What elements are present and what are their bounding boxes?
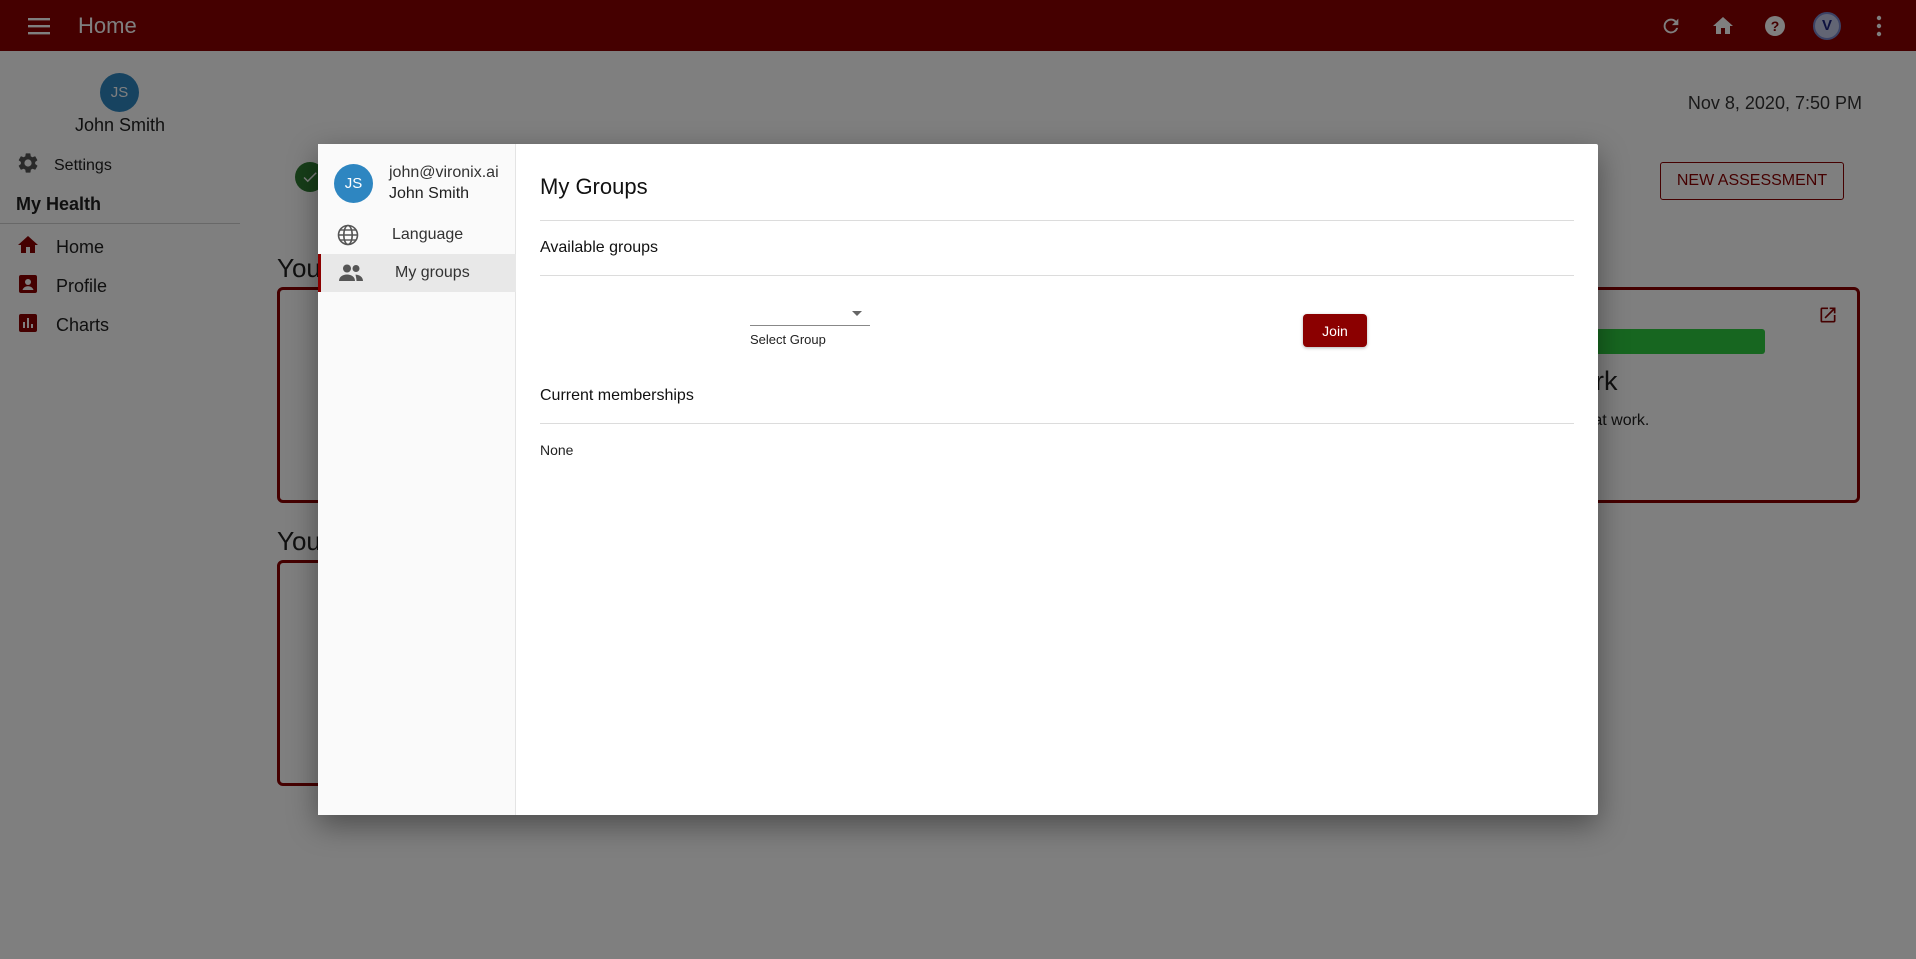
nav-item-label: My groups <box>395 264 470 281</box>
divider <box>540 220 1574 221</box>
current-memberships-heading: Current memberships <box>540 387 694 404</box>
settings-dialog: JS john@vironix.ai John Smith Language M… <box>318 144 1598 815</box>
user-email: john@vironix.ai <box>389 164 499 181</box>
join-button[interactable]: Join <box>1303 314 1367 347</box>
select-group-dropdown[interactable] <box>750 304 870 326</box>
available-groups-heading: Available groups <box>540 239 659 256</box>
nav-item-my-groups[interactable]: My groups <box>318 254 516 292</box>
group-icon <box>337 263 365 283</box>
group-select[interactable]: Select Group <box>750 304 870 347</box>
divider <box>540 275 1574 276</box>
memberships-empty-text: None <box>540 442 574 458</box>
globe-icon <box>334 223 362 247</box>
dialog-content: My Groups Available groups Select Group … <box>516 144 1598 815</box>
dialog-user-info: JS john@vironix.ai John Smith <box>334 164 499 203</box>
dropdown-arrow-icon <box>852 311 862 316</box>
dialog-nav: JS john@vironix.ai John Smith Language M… <box>318 144 516 815</box>
user-name: John Smith <box>389 185 470 202</box>
nav-item-language[interactable]: Language <box>318 216 516 254</box>
select-group-label: Select Group <box>750 332 826 347</box>
dialog-title: My Groups <box>540 174 648 199</box>
avatar: JS <box>334 164 373 203</box>
divider <box>540 423 1574 424</box>
nav-item-label: Language <box>392 226 464 243</box>
